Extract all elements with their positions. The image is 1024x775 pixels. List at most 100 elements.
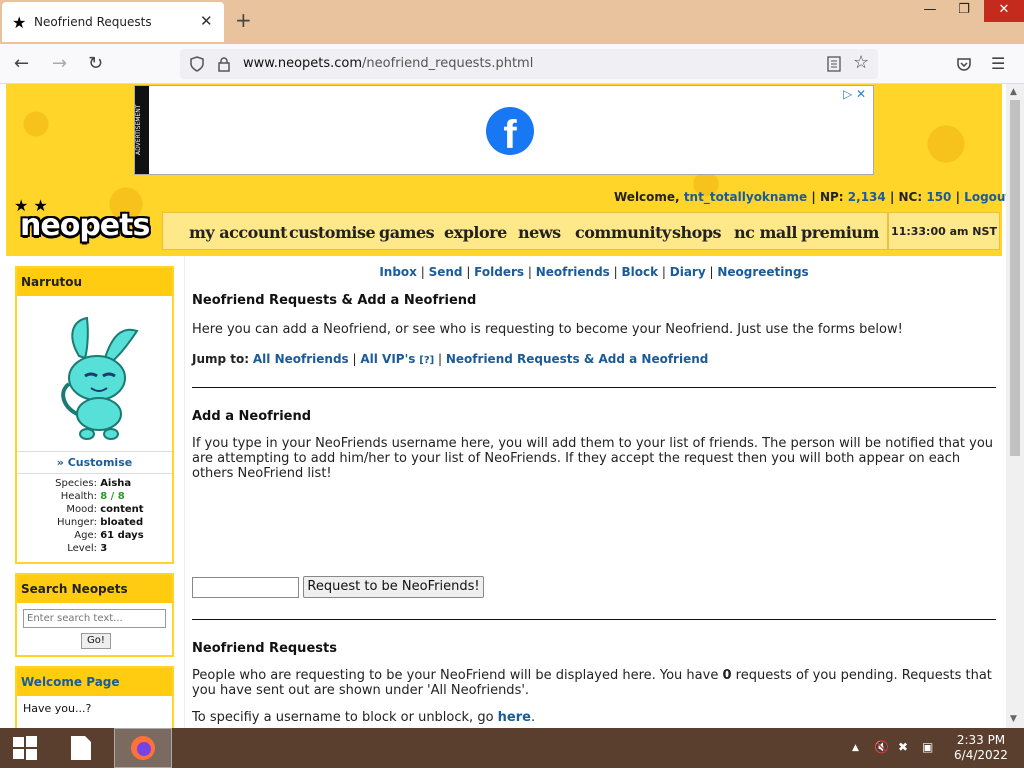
search-panel: Search Neopets Go! [15,573,174,657]
stat-hunger: Hunger: bloated [57,517,144,528]
add-neofriend-text: If you type in your NeoFriends username … [192,436,994,481]
welcome-bar: Welcome, tnt_totallyokname | NP: 2,134 |… [614,190,1006,204]
menu-nc-mall[interactable]: nc mall [734,223,797,242]
search-title: Search Neopets [17,575,172,603]
link-send[interactable]: Send [429,265,463,279]
menu-games[interactable]: games [379,223,435,242]
reader-view-icon[interactable] [827,56,841,72]
welcome-title[interactable]: Welcome Page [17,668,172,696]
add-neofriend-title: Add a Neofriend [192,409,312,424]
requests-count: 0 [722,668,732,683]
jump-all-vips[interactable]: All VIP's [360,352,415,366]
jump-to-links: Jump to: All Neofriends | All VIP's [?] … [192,352,709,366]
customise-link[interactable]: » Customise [17,452,172,474]
bookmark-star-icon[interactable]: ☆ [853,52,869,73]
logout-link[interactable]: Logout [964,190,1006,204]
address-bar[interactable]: www.neopets.com/neofriend_requests.phtml… [180,49,878,79]
new-tab-button[interactable]: + [235,8,252,32]
network-icon[interactable]: ▣ [922,740,933,754]
tray-arrow-icon[interactable]: ▲ [852,743,859,753]
link-folders[interactable]: Folders [474,265,524,279]
pet-stats: Species: Aisha Health: 8 / 8 Mood: conte… [17,474,172,556]
divider [192,619,996,620]
windows-taskbar: ▲ 🔇 ✖ ▣ 2:33 PM 6/4/2022 [0,728,1024,768]
ad-label: ADVERTISEMENT [135,86,149,174]
search-go-button[interactable]: Go! [81,633,111,649]
block-here-link[interactable]: here [498,710,531,725]
menu-my-account[interactable]: my account [189,223,287,242]
welcome-text: Have you...? [23,702,92,715]
network-error-icon[interactable]: ✖ [898,740,908,754]
neopets-star-icon: ★ [12,13,27,32]
menu-explore[interactable]: explore [444,223,507,242]
facebook-logo[interactable]: f [486,107,534,157]
main-nav-menu: my account customise games explore news … [162,212,888,250]
search-input[interactable] [23,609,166,628]
mail-nav: Inbox | Send | Folders | Neofriends | Bl… [379,265,809,279]
reload-icon[interactable]: ↻ [88,53,103,74]
advertisement[interactable]: ADVERTISEMENT f ▷ ✕ [134,85,874,175]
neofriend-username-input[interactable] [192,577,299,598]
jump-requests[interactable]: Neofriend Requests & Add a Neofriend [446,352,709,366]
block-text: To specifiy a username to block or unblo… [192,710,536,725]
browser-nav-bar: ← → ↻ www.neopets.com/neofriend_requests… [0,44,1024,84]
main-content: Inbox | Send | Folders | Neofriends | Bl… [184,256,1002,728]
pocket-icon[interactable] [956,56,972,72]
link-diary[interactable]: Diary [670,265,706,279]
window-close-button[interactable]: ✕ [984,0,1024,22]
tray-clock[interactable]: 2:33 PM 6/4/2022 [946,733,1016,763]
restore-button[interactable]: ❐ [946,0,982,22]
ad-close-icon[interactable]: ▷ ✕ [843,87,866,101]
windows-start-icon[interactable] [0,728,50,768]
intro-text: Here you can add a Neofriend, or see who… [192,322,903,337]
browser-tab[interactable]: ★ Neofriend Requests ✕ [2,2,224,42]
browser-tab-bar: ★ Neofriend Requests ✕ + — ❐ ✕ [0,0,1024,44]
file-explorer-icon[interactable] [56,728,106,768]
link-neofriends[interactable]: Neofriends [536,265,610,279]
stat-species: Species: Aisha [55,478,132,489]
firefox-icon[interactable] [114,728,172,768]
minimize-button[interactable]: — [912,0,948,22]
menu-icon[interactable]: ☰ [991,54,1005,73]
stat-health: Health: 8 / 8 [60,491,125,502]
tab-close-icon[interactable]: ✕ [200,12,213,30]
lock-icon[interactable] [216,56,232,72]
menu-news[interactable]: news [518,223,561,242]
np-value[interactable]: 2,134 [848,190,886,204]
forward-arrow-icon[interactable]: → [52,53,67,74]
scroll-thumb[interactable] [1010,100,1020,456]
link-neogreetings[interactable]: Neogreetings [717,265,808,279]
page-title: Neofriend Requests & Add a Neofriend [192,293,477,308]
active-pet-panel: Narrutou » Customise Species: Aisha Heal… [15,266,174,564]
username-link[interactable]: tnt_totallyokname [684,190,807,204]
menu-shops[interactable]: shops [672,223,722,242]
shield-icon[interactable] [189,56,205,72]
back-arrow-icon[interactable]: ← [14,53,29,74]
volume-muted-icon[interactable]: 🔇 [874,740,889,754]
menu-community[interactable]: community [575,223,671,242]
url-text: www.neopets.com/neofriend_requests.phtml [243,56,534,71]
request-neofriend-button[interactable]: Request to be NeoFriends! [303,576,484,598]
stat-age: Age: 61 days [74,530,144,541]
site-header: ADVERTISEMENT f ▷ ✕ Welcome, tnt_totally… [6,84,1006,256]
pet-name[interactable]: Narrutou [17,268,172,296]
page-scrollbar[interactable]: ▲ ▼ [1006,84,1024,728]
menu-premium[interactable]: premium [801,223,879,242]
scroll-up-icon[interactable]: ▲ [1010,87,1017,97]
jump-all-neofriends[interactable]: All Neofriends [253,352,349,366]
stat-mood: Mood: content [66,504,144,515]
pet-image[interactable] [17,296,172,452]
stat-level: Level: 3 [67,543,108,554]
link-inbox[interactable]: Inbox [379,265,417,279]
tab-title: Neofriend Requests [34,15,152,29]
menu-customise[interactable]: customise [289,223,376,242]
aisha-pet-icon [61,316,139,440]
nst-clock: 11:33:00 am NST [888,212,1000,250]
divider [192,387,996,388]
neopets-logo[interactable]: ★ ★ neopets [14,196,154,246]
vip-help-link[interactable]: [?] [419,355,434,366]
scroll-down-icon[interactable]: ▼ [1010,714,1017,724]
link-block[interactable]: Block [621,265,658,279]
welcome-panel: Welcome Page Have you...? [15,666,174,728]
nc-value[interactable]: 150 [926,190,951,204]
